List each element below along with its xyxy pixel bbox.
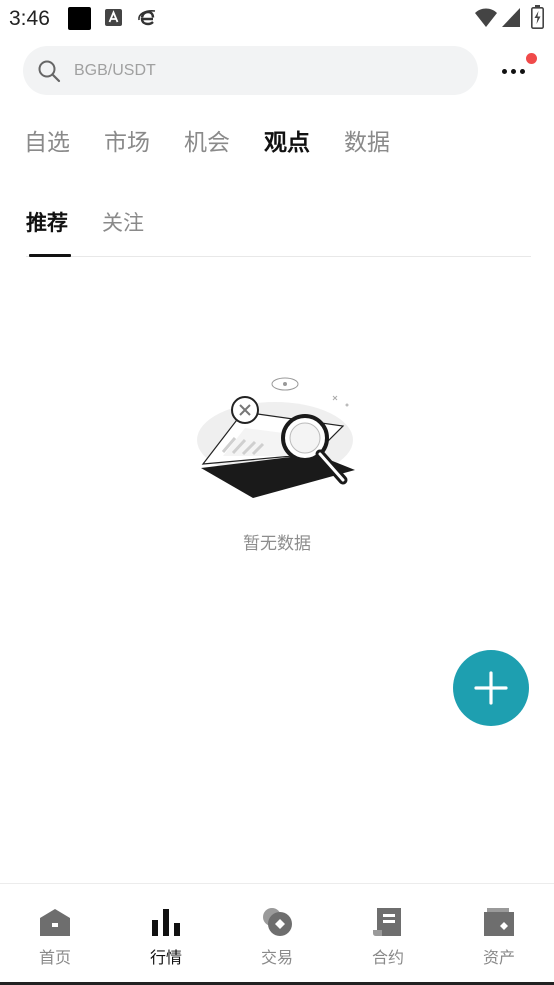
nav-home-label: 首页: [38, 948, 71, 967]
empty-state-illustration: [197, 377, 355, 498]
search-input[interactable]: [74, 58, 454, 83]
tab-watchlist[interactable]: 自选: [24, 123, 70, 157]
bottom-nav: 首页 行情 交易 合约 资产: [0, 883, 554, 985]
signal-icon: [502, 8, 520, 27]
nav-home[interactable]: 首页: [0, 884, 110, 981]
more-button[interactable]: [500, 53, 537, 84]
more-icon-dot: [511, 69, 516, 74]
tab-insights[interactable]: 观点: [264, 123, 310, 157]
bar-chart-icon: [152, 909, 180, 936]
nav-trade[interactable]: 交易: [222, 884, 332, 981]
tab-market[interactable]: 市场: [104, 123, 150, 157]
black-square-icon: [68, 7, 91, 30]
nav-market-label: 行情: [149, 948, 182, 967]
more-icon: [502, 69, 507, 74]
wallet-icon: [484, 908, 514, 936]
more-icon-dot: [520, 69, 525, 74]
active-tab-indicator: [29, 254, 71, 257]
notification-dot: [526, 53, 537, 64]
nav-assets-label: 资产: [482, 948, 515, 967]
tab-opportunity[interactable]: 机会: [184, 123, 230, 157]
tab-recommended[interactable]: 推荐: [26, 207, 68, 237]
status-time: 3:46: [9, 7, 50, 30]
contract-icon: [373, 908, 401, 936]
nav-contract-label: 合约: [371, 948, 404, 967]
nav-assets[interactable]: 资产: [444, 884, 554, 981]
search-bar[interactable]: [23, 46, 478, 95]
wifi-icon: [475, 8, 497, 27]
empty-state-text: 暂无数据: [243, 534, 311, 554]
plus-icon: [474, 671, 508, 705]
tab-data[interactable]: 数据: [344, 123, 390, 157]
a-icon: [105, 9, 122, 26]
status-bar: 3:46: [0, 0, 554, 38]
sub-tabs: 推荐 关注: [26, 205, 531, 257]
trade-icon: [263, 908, 292, 936]
e-icon: [138, 10, 156, 26]
search-icon: [38, 60, 61, 83]
add-post-button[interactable]: [453, 650, 529, 726]
nav-market[interactable]: 行情: [111, 884, 221, 981]
nav-trade-label: 交易: [260, 948, 293, 967]
home-icon: [40, 909, 70, 936]
nav-contract[interactable]: 合约: [333, 884, 443, 981]
battery-icon: [531, 5, 544, 29]
tab-following[interactable]: 关注: [102, 207, 144, 237]
